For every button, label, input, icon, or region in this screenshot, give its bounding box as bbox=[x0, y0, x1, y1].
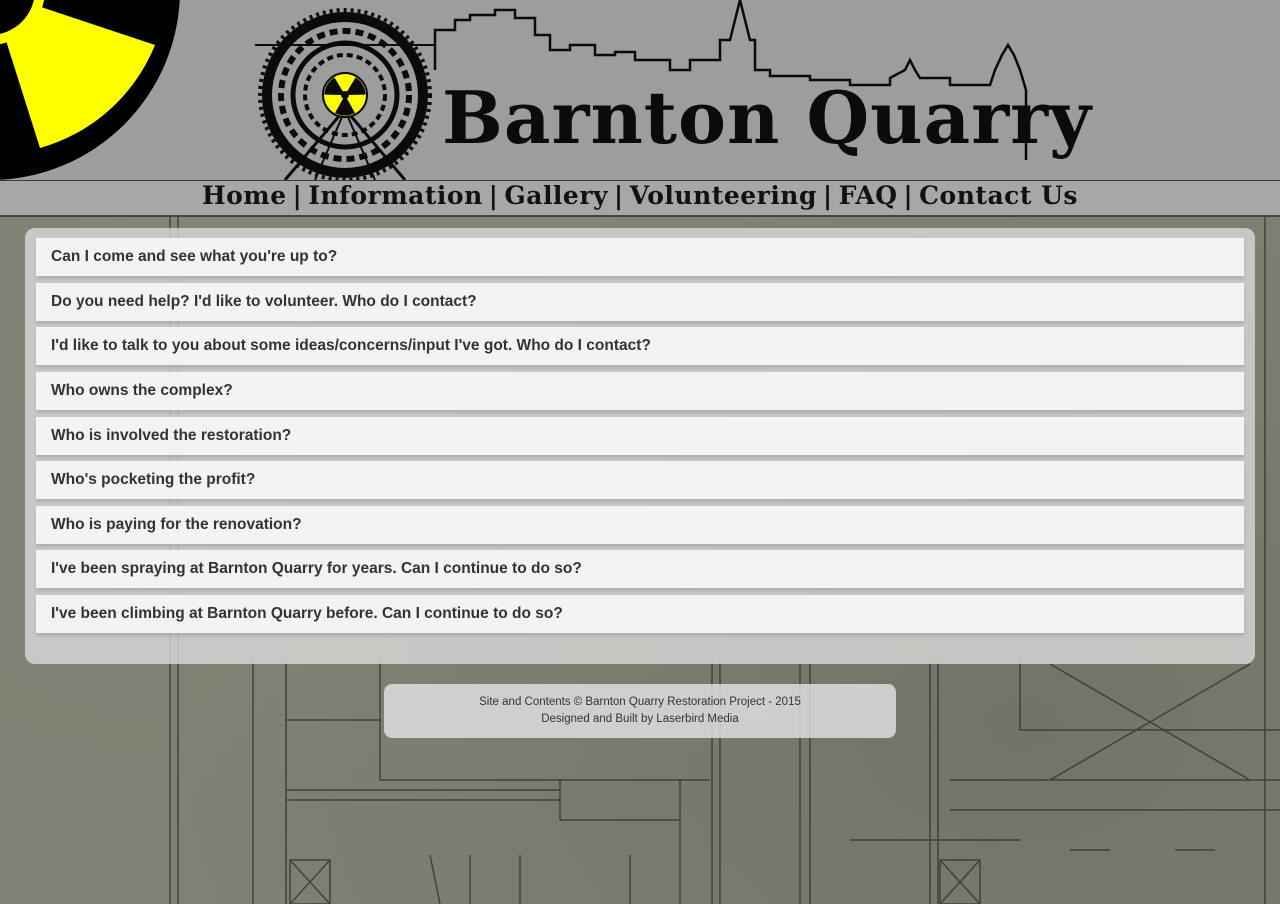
logo-title: Barnton Quarry bbox=[442, 75, 1092, 160]
main-nav: Home | Information | Gallery | Volunteering | FA… bbox=[0, 181, 1280, 217]
nav-separator: | bbox=[903, 181, 914, 210]
faq-item[interactable]: I've been spraying at Barnton Quarry for… bbox=[36, 550, 1244, 588]
faq-item[interactable]: Who is involved the restoration? bbox=[36, 417, 1244, 455]
faq-item[interactable]: Can I come and see what you're up to? bbox=[36, 238, 1244, 276]
nav-link-information[interactable]: Information bbox=[308, 181, 483, 210]
faq-question: Can I come and see what you're up to? bbox=[51, 248, 338, 265]
site-logo[interactable]: Barnton Quarry bbox=[250, 0, 1091, 180]
radiation-tunnel-icon bbox=[322, 72, 368, 118]
nav-separator: | bbox=[614, 181, 624, 210]
nav-link-contact-us[interactable]: Contact Us bbox=[919, 181, 1078, 210]
faq-item[interactable]: Who's pocketing the profit? bbox=[36, 461, 1244, 499]
faq-item[interactable]: I'd like to talk to you about some ideas… bbox=[36, 327, 1244, 365]
radiation-hazard-icon bbox=[0, 0, 185, 180]
faq-question: Who is paying for the renovation? bbox=[51, 516, 302, 533]
nav-separator: | bbox=[822, 181, 833, 210]
faq-item[interactable]: Who owns the complex? bbox=[36, 372, 1244, 410]
footer-credit: Designed and Built by Laserbird Media bbox=[541, 713, 739, 725]
faq-question: I'd like to talk to you about some ideas… bbox=[51, 337, 651, 354]
nav-link-faq[interactable]: FAQ bbox=[839, 181, 898, 210]
faq-question: Who's pocketing the profit? bbox=[51, 471, 256, 488]
faq-panel: Can I come and see what you're up to? Do… bbox=[25, 228, 1255, 664]
nav-separator: | bbox=[488, 181, 499, 210]
nav-link-gallery[interactable]: Gallery bbox=[504, 181, 608, 210]
faq-item[interactable]: Do you need help? I'd like to volunteer.… bbox=[36, 283, 1244, 321]
nav-link-home[interactable]: Home bbox=[202, 181, 287, 210]
footer-copyright: Site and Contents © Barnton Quarry Resto… bbox=[479, 696, 801, 708]
site-footer: Site and Contents © Barnton Quarry Resto… bbox=[384, 684, 896, 738]
faq-question: Do you need help? I'd like to volunteer.… bbox=[51, 293, 477, 310]
faq-item[interactable]: I've been climbing at Barnton Quarry bef… bbox=[36, 595, 1244, 633]
faq-question: I've been spraying at Barnton Quarry for… bbox=[51, 560, 582, 577]
nav-links: Home | Information | Gallery | Volunteering | FA… bbox=[202, 181, 1078, 211]
faq-item[interactable]: Who is paying for the renovation? bbox=[36, 506, 1244, 544]
faq-question: I've been climbing at Barnton Quarry bef… bbox=[51, 605, 563, 622]
site-header: Barnton Quarry bbox=[0, 0, 1280, 182]
faq-question: Who is involved the restoration? bbox=[51, 427, 292, 444]
nav-link-volunteering[interactable]: Volunteering bbox=[630, 181, 817, 210]
nav-separator: | bbox=[292, 181, 303, 210]
faq-question: Who owns the complex? bbox=[51, 382, 233, 399]
